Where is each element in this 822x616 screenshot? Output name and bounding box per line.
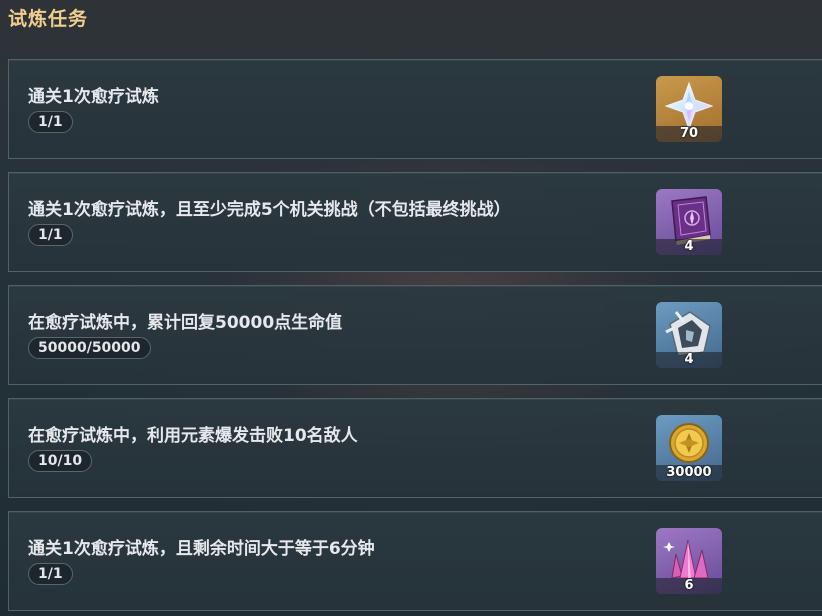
task-progress-badge: 1/1 <box>28 563 73 585</box>
task-row: 在愈疗试炼中，利用元素爆发击败10名敌人 10/10 30000 <box>8 398 822 498</box>
reward-item[interactable]: 30000 <box>656 415 722 481</box>
task-title: 通关1次愈疗试炼，且剩余时间大于等于6分钟 <box>28 539 375 559</box>
reward-count: 70 <box>656 126 722 142</box>
reward-item[interactable]: 4 <box>656 302 722 368</box>
task-row: 通关1次愈疗试炼，且剩余时间大于等于6分钟 1/1 6 <box>8 511 822 611</box>
task-row: 通关1次愈疗试炼，且至少完成5个机关挑战（不包括最终挑战） 1/1 4 <box>8 172 822 272</box>
task-title: 在愈疗试炼中，累计回复50000点生命值 <box>28 313 343 333</box>
task-row: 在愈疗试炼中，累计回复50000点生命值 50000/50000 4 <box>8 285 822 385</box>
reward-item[interactable]: 70 <box>656 76 722 142</box>
reward-count: 4 <box>656 239 722 255</box>
reward-count: 4 <box>656 352 722 368</box>
task-row: 通关1次愈疗试炼 1/1 70 <box>8 59 822 159</box>
task-progress-badge: 50000/50000 <box>28 337 151 359</box>
task-title: 通关1次愈疗试炼 <box>28 87 159 107</box>
task-title: 在愈疗试炼中，利用元素爆发击败10名敌人 <box>28 426 358 446</box>
reward-item[interactable]: 4 <box>656 189 722 255</box>
task-title: 通关1次愈疗试炼，且至少完成5个机关挑战（不包括最终挑战） <box>28 200 511 220</box>
task-progress-badge: 1/1 <box>28 224 73 246</box>
task-progress-badge: 10/10 <box>28 450 93 472</box>
reward-item[interactable]: 6 <box>656 528 722 594</box>
reward-count: 30000 <box>656 465 722 481</box>
trial-tasks-panel: 试炼任务 通关1次愈疗试炼 1/1 70 通关1次愈疗试炼，且至少完成5个机关挑… <box>0 0 822 616</box>
task-progress-badge: 1/1 <box>28 111 73 133</box>
panel-title: 试炼任务 <box>8 8 89 30</box>
reward-count: 6 <box>656 578 722 594</box>
